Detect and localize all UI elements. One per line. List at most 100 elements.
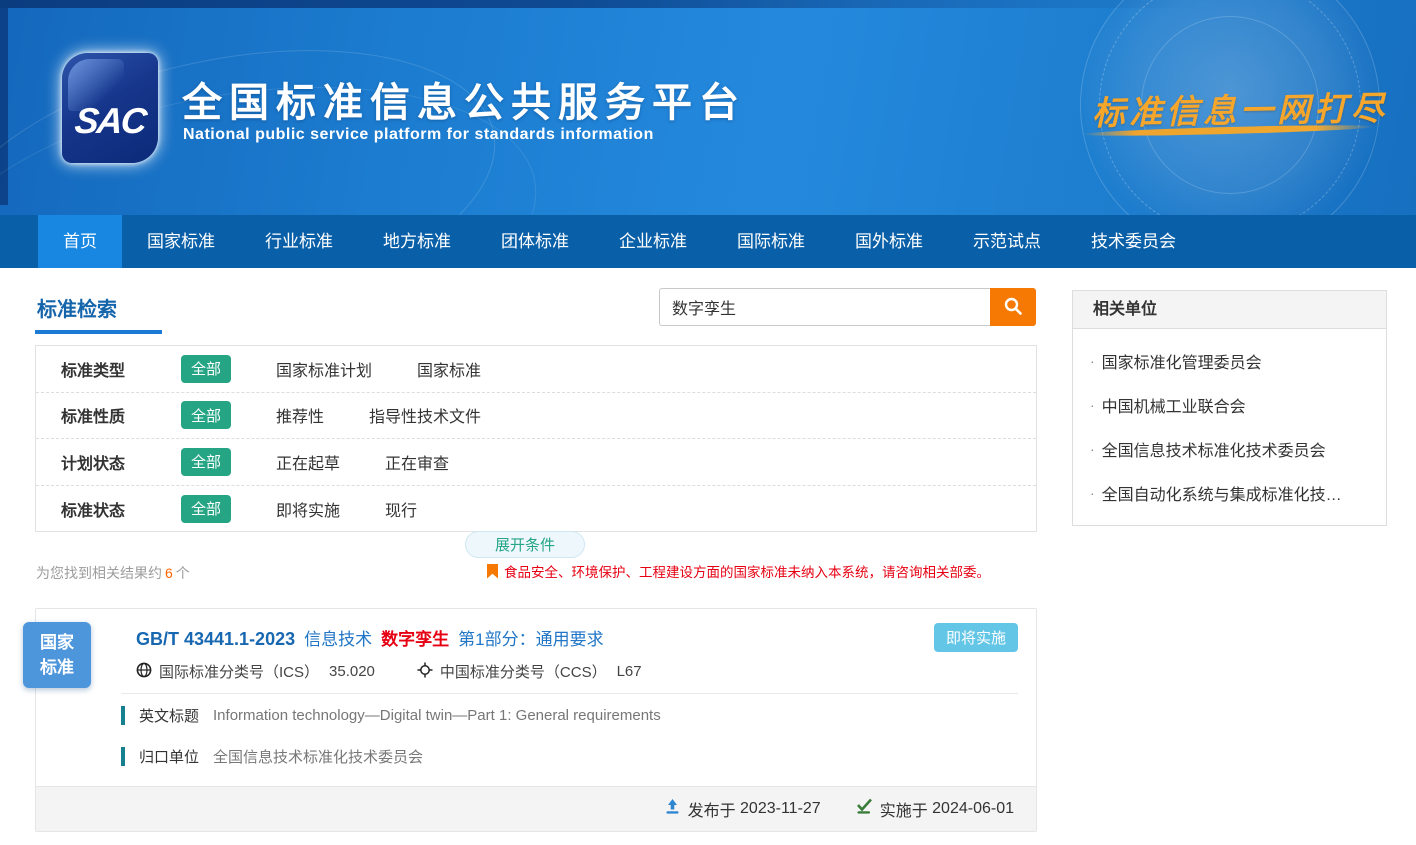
bullet-dot: · xyxy=(1090,353,1095,369)
filter-row-standard-status: 标准状态 全部 即将实施 现行 xyxy=(36,486,1036,533)
published-label: 发布于 xyxy=(688,797,736,821)
compass-icon xyxy=(417,662,440,682)
magnifier-icon xyxy=(1003,296,1023,319)
sidebar-padding xyxy=(1073,515,1386,525)
published-date: 2023-11-27 xyxy=(740,800,821,818)
sidebar-item-automation-systems[interactable]: · 全国自动化系统与集成标准化技… xyxy=(1073,471,1386,515)
standard-code[interactable]: GB/T 43441.1-2023 xyxy=(136,629,295,650)
nav-item-home[interactable]: 首页 xyxy=(38,215,122,268)
filter-label: 标准状态 xyxy=(61,497,153,521)
sidebar-item-label: 中国机械工业联合会 xyxy=(1102,393,1246,417)
sidebar-item-label: 全国信息技术标准化技术委员会 xyxy=(1102,437,1326,461)
nav-item-foreign-standards[interactable]: 国外标准 xyxy=(830,215,948,268)
globe-icon xyxy=(136,662,159,682)
filter-all-button[interactable]: 全部 xyxy=(181,355,231,383)
filter-label: 计划状态 xyxy=(61,450,153,474)
site-header: SAC 全国标准信息公共服务平台 National public service… xyxy=(0,0,1416,215)
filter-option[interactable]: 正在起草 xyxy=(276,450,340,474)
field-label: 归口单位 xyxy=(139,746,199,767)
summary-prefix: 为您找到相关结果约 xyxy=(36,565,162,581)
result-summary: 为您找到相关结果约6个 xyxy=(36,563,190,583)
classification-meta: 国际标准分类号（ICS） 35.020 中国标准分类号（CCS） L67 xyxy=(136,661,684,682)
search-button[interactable] xyxy=(990,288,1036,326)
nav-item-national-standards[interactable]: 国家标准 xyxy=(122,215,240,268)
filter-row-standard-type: 标准类型 全部 国家标准计划 国家标准 xyxy=(36,346,1036,393)
section-title-underline xyxy=(35,330,162,334)
standard-title-link[interactable]: GB/T 43441.1-2023 信息技术 数字孪生 第1部分：通用要求 xyxy=(136,625,604,650)
national-standard-badge: 国家 标准 xyxy=(23,622,91,688)
sac-logo[interactable]: SAC xyxy=(62,53,158,163)
filter-all-button[interactable]: 全部 xyxy=(181,401,231,429)
summary-suffix: 个 xyxy=(176,565,190,581)
filter-option[interactable]: 国家标准 xyxy=(417,357,481,381)
sidebar-item-it-standardization[interactable]: · 全国信息技术标准化技术委员会 xyxy=(1073,427,1386,471)
nav-item-international-standards[interactable]: 国际标准 xyxy=(712,215,830,268)
badge-line: 标准 xyxy=(40,655,74,681)
result-count: 6 xyxy=(165,565,173,581)
filter-all-button[interactable]: 全部 xyxy=(181,495,231,523)
nav-item-group-standards[interactable]: 团体标准 xyxy=(476,215,594,268)
ccs-group: 中国标准分类号（CCS） L67 xyxy=(417,661,642,682)
standard-title-part[interactable]: 信息技术 xyxy=(304,625,372,650)
field-accent-bar xyxy=(121,747,125,766)
ccs-label: 中国标准分类号（CCS） xyxy=(440,661,607,682)
field-value: 全国信息技术标准化技术委员会 xyxy=(213,746,423,767)
expand-conditions-button[interactable]: 展开条件 xyxy=(465,531,585,558)
sac-logo-text: SAC xyxy=(73,100,147,142)
related-units-panel: 相关单位 ·国家标准化管理委员会 · 中国机械工业联合会 · 全国信息技术标准化技术… xyxy=(1072,290,1387,526)
filter-panel: 标准类型 全部 国家标准计划 国家标准 标准性质 全部 推荐性 指导性技术文件 … xyxy=(35,345,1037,532)
status-badge: 即将实施 xyxy=(934,623,1018,652)
english-title-row: 英文标题 Information technology—Digital twin… xyxy=(121,705,661,726)
ics-label: 国际标准分类号（ICS） xyxy=(159,661,319,682)
filter-row-standard-nature: 标准性质 全部 推荐性 指导性技术文件 xyxy=(36,393,1036,440)
field-accent-bar xyxy=(121,706,125,725)
committee-row: 归口单位 全国信息技术标准化技术委员会 xyxy=(121,746,423,767)
filter-all-button[interactable]: 全部 xyxy=(181,448,231,476)
filter-label: 标准类型 xyxy=(61,357,153,381)
sidebar-item-sac[interactable]: ·国家标准化管理委员会 xyxy=(1073,339,1386,383)
system-notice: 食品安全、环境保护、工程建设方面的国家标准未纳入本系统，请咨询相关部委。 xyxy=(487,561,990,581)
badge-line: 国家 xyxy=(40,630,74,656)
nav-item-pilot[interactable]: 示范试点 xyxy=(948,215,1066,268)
field-value: Information technology—Digital twin—Part… xyxy=(213,707,661,724)
search-term-highlight[interactable]: 数字孪生 xyxy=(381,625,449,650)
main-nav: 首页 国家标准 行业标准 地方标准 团体标准 企业标准 国际标准 国外标准 示范… xyxy=(0,215,1416,268)
filter-option[interactable]: 即将实施 xyxy=(276,497,340,521)
implement-check-icon xyxy=(855,798,880,820)
related-units-title: 相关单位 xyxy=(1073,291,1386,329)
sidebar-item-machinery-federation[interactable]: · 中国机械工业联合会 xyxy=(1073,383,1386,427)
field-label: 英文标题 xyxy=(139,705,199,726)
implemented-date: 2024-06-01 xyxy=(932,800,1014,818)
filter-option[interactable]: 现行 xyxy=(385,497,417,521)
nav-item-industry-standards[interactable]: 行业标准 xyxy=(240,215,358,268)
nav-item-enterprise-standards[interactable]: 企业标准 xyxy=(594,215,712,268)
filter-row-plan-status: 计划状态 全部 正在起草 正在审查 xyxy=(36,439,1036,486)
card-footer: 发布于 2023-11-27 实施于 2024-06-01 xyxy=(36,786,1036,831)
page: SAC 全国标准信息公共服务平台 National public service… xyxy=(0,0,1416,845)
nav-spacer xyxy=(0,215,38,268)
ics-group: 国际标准分类号（ICS） 35.020 xyxy=(136,661,375,682)
site-title-english: National public service platform for sta… xyxy=(183,126,654,144)
card-divider xyxy=(121,693,1018,694)
nav-item-local-standards[interactable]: 地方标准 xyxy=(358,215,476,268)
sidebar-item-label: 全国自动化系统与集成标准化技… xyxy=(1102,481,1342,505)
search-input[interactable] xyxy=(659,288,990,326)
bullet-dot: · xyxy=(1090,397,1095,413)
sidebar-padding xyxy=(1073,329,1386,339)
implemented-date-group: 实施于 2024-06-01 xyxy=(855,797,1014,821)
filter-option[interactable]: 国家标准计划 xyxy=(276,357,372,381)
implemented-label: 实施于 xyxy=(880,797,928,821)
published-date-group: 发布于 2023-11-27 xyxy=(664,797,821,821)
filter-label: 标准性质 xyxy=(61,403,153,427)
publish-upload-icon xyxy=(664,798,688,820)
filter-option[interactable]: 指导性技术文件 xyxy=(369,403,481,427)
search-section-title: 标准检索 xyxy=(37,293,117,322)
bullet-dot: · xyxy=(1090,441,1095,457)
filter-option[interactable]: 推荐性 xyxy=(276,403,324,427)
standard-title-part[interactable]: 第1部分：通用要求 xyxy=(458,625,603,650)
filter-option[interactable]: 正在审查 xyxy=(385,450,449,474)
ics-value: 35.020 xyxy=(329,663,375,680)
nav-item-technical-committee[interactable]: 技术委员会 xyxy=(1066,215,1201,268)
bullet-dot: · xyxy=(1090,485,1095,501)
ccs-value: L67 xyxy=(617,663,642,680)
